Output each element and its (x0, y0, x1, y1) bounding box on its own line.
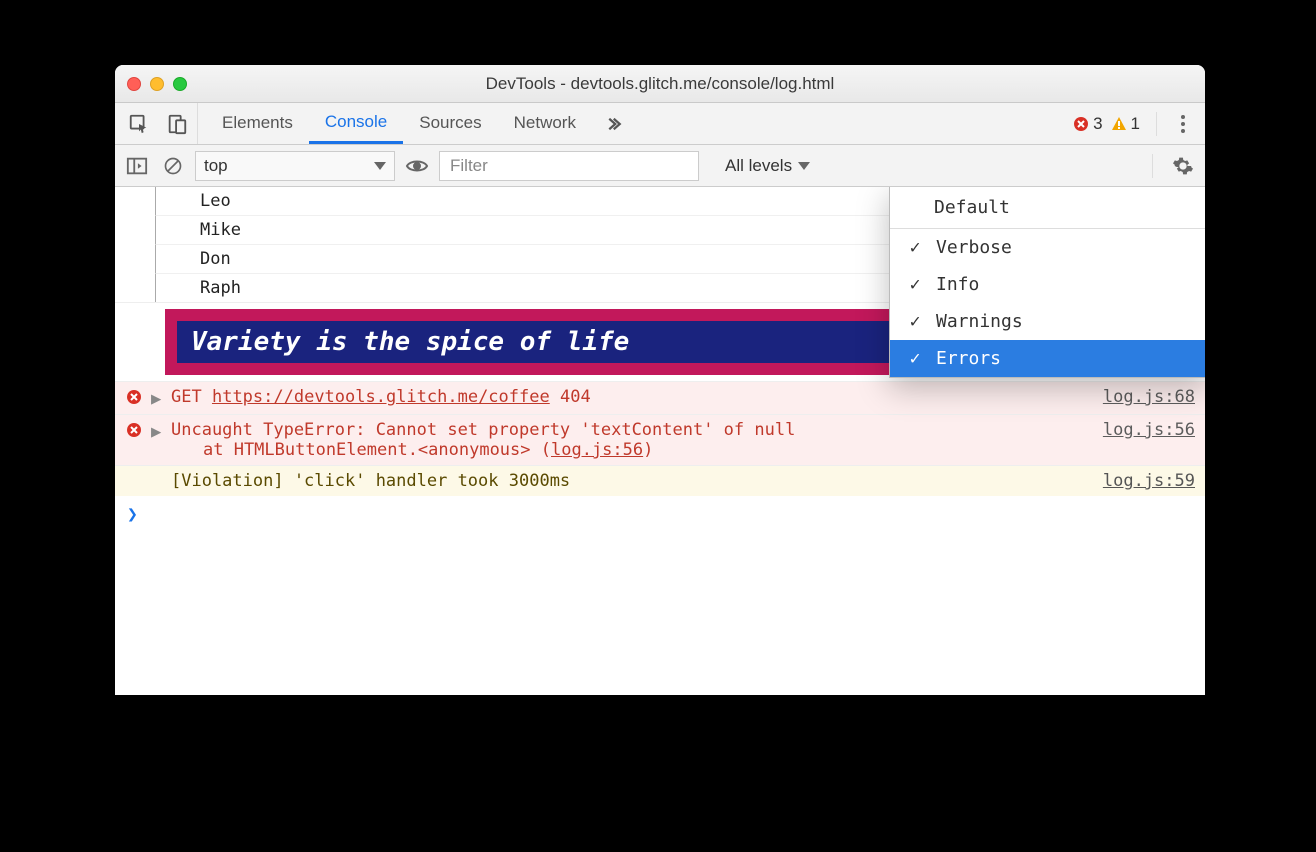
levels-label: All levels (725, 156, 792, 176)
levels-menu-label: Info (936, 274, 979, 295)
inspect-element-icon[interactable] (127, 112, 151, 136)
warning-count-badge[interactable]: 1 (1111, 114, 1140, 134)
stack-link[interactable]: log.js:56 (551, 440, 643, 460)
window-controls (127, 77, 187, 91)
check-icon: ✓ (906, 348, 924, 369)
main-tabs-bar: Elements Console Sources Network 3 1 (115, 103, 1205, 145)
window-title: DevTools - devtools.glitch.me/console/lo… (115, 74, 1205, 94)
log-levels-menu: Default ✓ Verbose ✓ Info ✓ Warnings ✓ Er… (889, 187, 1205, 378)
stack-suffix: ) (643, 440, 653, 460)
separator (1156, 112, 1157, 136)
context-selector[interactable]: top (195, 151, 395, 181)
device-toolbar-icon[interactable] (165, 112, 189, 136)
source-link[interactable]: log.js:68 (1103, 387, 1195, 407)
error-message: Uncaught TypeError: Cannot set property … (171, 420, 795, 440)
gutter-spacer (151, 471, 163, 473)
disclosure-triangle-icon[interactable]: ▶ (151, 420, 163, 442)
titlebar: DevTools - devtools.glitch.me/console/lo… (115, 65, 1205, 103)
error-icon (125, 387, 143, 405)
check-icon: ✓ (906, 274, 924, 295)
console-toolbar: top All levels (115, 145, 1205, 187)
tab-console[interactable]: Console (309, 102, 403, 144)
close-button[interactable] (127, 77, 141, 91)
console-row-error: ▶ Uncaught TypeError: Cannot set propert… (115, 414, 1205, 465)
http-method: GET (171, 387, 202, 407)
error-count-badge[interactable]: 3 (1073, 114, 1102, 134)
tab-elements[interactable]: Elements (206, 102, 309, 144)
context-value: top (204, 156, 228, 176)
tab-network[interactable]: Network (498, 102, 592, 144)
levels-menu-item-verbose[interactable]: ✓ Verbose (890, 229, 1205, 266)
levels-menu-item-warnings[interactable]: ✓ Warnings (890, 303, 1205, 340)
levels-menu-item-errors[interactable]: ✓ Errors (890, 340, 1205, 377)
settings-gear-icon[interactable] (1169, 152, 1197, 180)
chevron-down-icon (374, 162, 386, 170)
clear-console-icon[interactable] (159, 152, 187, 180)
error-icon (125, 420, 143, 438)
levels-menu-label: Errors (936, 348, 1001, 369)
filter-input[interactable] (439, 151, 699, 181)
separator (1152, 154, 1153, 178)
devtools-window: DevTools - devtools.glitch.me/console/lo… (115, 65, 1205, 695)
levels-menu-default[interactable]: Default (890, 187, 1205, 229)
http-status: 404 (560, 387, 591, 407)
check-icon: ✓ (906, 311, 924, 332)
console-row-violation: [Violation] 'click' handler took 3000ms … (115, 465, 1205, 496)
stack-prefix: at HTMLButtonElement.<anonymous> ( (203, 440, 551, 460)
log-levels-dropdown[interactable]: All levels (715, 151, 820, 181)
source-link[interactable]: log.js:59 (1103, 471, 1195, 491)
live-expression-icon[interactable] (403, 152, 431, 180)
console-row-error: ▶ GET https://devtools.glitch.me/coffee … (115, 381, 1205, 414)
warning-count: 1 (1131, 114, 1140, 134)
console-output: Leo Mike Don Raph Variety is the spice o… (115, 187, 1205, 695)
panel-tabs: Elements Console Sources Network (206, 103, 592, 144)
minimize-button[interactable] (150, 77, 164, 91)
fullscreen-button[interactable] (173, 77, 187, 91)
http-url[interactable]: https://devtools.glitch.me/coffee (212, 387, 550, 407)
gutter-spacer (125, 471, 143, 473)
sidebar-toggle-icon[interactable] (123, 152, 151, 180)
chevron-down-icon (798, 162, 810, 170)
console-prompt[interactable]: ❯ (115, 496, 1205, 533)
violation-message: [Violation] 'click' handler took 3000ms (171, 471, 1095, 491)
more-tabs-button[interactable] (592, 103, 634, 144)
error-count: 3 (1093, 114, 1102, 134)
disclosure-triangle-icon[interactable]: ▶ (151, 387, 163, 409)
levels-menu-label: Warnings (936, 311, 1023, 332)
levels-menu-label: Verbose (936, 237, 1012, 258)
prompt-chevron-icon: ❯ (127, 504, 138, 525)
kebab-menu-icon[interactable] (1173, 115, 1193, 133)
levels-menu-item-info[interactable]: ✓ Info (890, 266, 1205, 303)
tab-sources[interactable]: Sources (403, 102, 497, 144)
check-icon: ✓ (906, 237, 924, 258)
source-link[interactable]: log.js:56 (1103, 420, 1195, 440)
